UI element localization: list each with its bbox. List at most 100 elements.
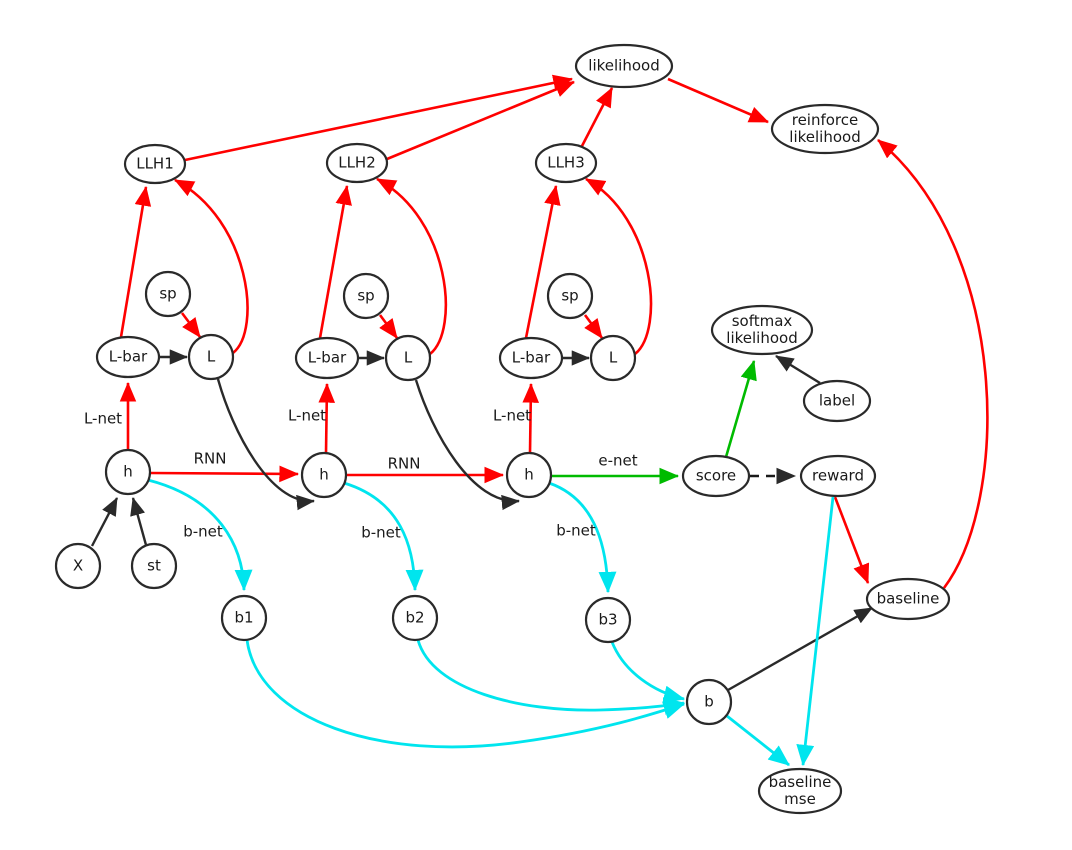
node-sp3[interactable]: sp	[546, 272, 594, 320]
node-label-sp1: sp	[159, 285, 176, 303]
node-label-softmax: softmax	[732, 312, 793, 330]
edge-b2-b	[416, 639, 686, 715]
node-b[interactable]: b	[685, 678, 733, 726]
node-score[interactable]: score	[681, 454, 751, 498]
edge-label-bnet1: b-net	[183, 523, 223, 541]
edge-l1-llh1	[174, 178, 249, 355]
node-b1[interactable]: b1	[220, 594, 268, 642]
edge-x-h1	[90, 497, 119, 547]
node-h1[interactable]: h	[104, 448, 152, 496]
node-llh3[interactable]: LLH3	[534, 142, 598, 184]
graph-svg: L-net L-net L-net RNN RNN e-net b-net b-…	[54, 43, 989, 815]
edge-h1-h2	[149, 465, 300, 483]
node-llh2[interactable]: LLH2	[325, 142, 389, 184]
edge-l2-llh2	[376, 177, 448, 356]
edge-sp1-l1	[180, 312, 202, 338]
edge-baseline-reinforce	[877, 139, 989, 589]
node-l1[interactable]: L	[187, 333, 235, 381]
node-label-b2: b2	[405, 609, 424, 627]
node-st[interactable]: st	[130, 542, 178, 590]
node-label-l1: L	[207, 348, 216, 366]
node-label-b3: b3	[598, 611, 617, 629]
edge-llh2-likelihood	[386, 80, 575, 161]
edge-label-bnet2: b-net	[361, 524, 401, 542]
node-label-llh2: LLH2	[338, 154, 376, 172]
edge-label-rnn1: RNN	[194, 450, 227, 468]
node-baselinemse[interactable]: baselinemse	[757, 767, 843, 815]
node-label-h2: h	[319, 466, 329, 484]
edge-likelihood-reinforce	[667, 77, 769, 124]
node-label-llh3: LLH3	[547, 154, 585, 172]
node-label-b: b	[704, 693, 714, 711]
node-lbar3[interactable]: L-bar	[498, 336, 564, 380]
edge-b3-b	[610, 641, 686, 704]
node-label-reinforce: likelihood	[789, 128, 860, 146]
edge-score-softmax	[724, 360, 757, 458]
node-label-llh1: LLH1	[136, 155, 174, 173]
edge-sp2-l2	[378, 314, 399, 339]
edge-llh1-likelihood	[184, 74, 574, 162]
node-llh1[interactable]: LLH1	[123, 143, 187, 185]
edge-reward-baselinemse	[796, 496, 835, 767]
node-label-b1: b1	[234, 609, 253, 627]
node-label-baselinemse: baseline	[769, 773, 832, 791]
node-reward[interactable]: reward	[799, 454, 877, 498]
diagram-canvas: L-net L-net L-net RNN RNN e-net b-net b-…	[0, 0, 1072, 850]
node-lbar1[interactable]: L-bar	[95, 335, 161, 379]
node-label-lbar1: L-bar	[109, 348, 148, 366]
node-h3[interactable]: h	[505, 451, 553, 499]
edge-label-lnet1: L-net	[84, 410, 122, 428]
node-label-st: st	[147, 557, 161, 575]
node-label-sp3: sp	[561, 287, 578, 305]
node-likelihood[interactable]: likelihood	[574, 43, 674, 89]
node-sp1[interactable]: sp	[144, 270, 192, 318]
edge-b-baseline	[727, 606, 873, 692]
node-label-l3: L	[609, 349, 618, 367]
node-lbar2[interactable]: L-bar	[294, 336, 360, 380]
edge-label-enet: e-net	[598, 452, 637, 470]
node-label-baseline: baseline	[877, 590, 940, 608]
node-label[interactable]: label	[802, 379, 872, 423]
node-label-label: label	[819, 392, 855, 410]
node-label-x: X	[73, 557, 83, 575]
edge-lbar3-llh3	[524, 184, 561, 339]
node-label-lbar2: L-bar	[308, 349, 347, 367]
node-label-h1: h	[123, 463, 133, 481]
node-b2[interactable]: b2	[391, 594, 439, 642]
edge-llh3-likelihood	[580, 87, 614, 147]
node-l3[interactable]: L	[589, 334, 637, 382]
node-label-reinforce: reinforce	[792, 111, 859, 129]
edge-l2-h3	[414, 379, 520, 511]
node-label-likelihood: likelihood	[588, 57, 659, 75]
edge-lbar1-llh1	[119, 185, 152, 338]
edge-label-rnn2: RNN	[388, 455, 421, 473]
node-x[interactable]: X	[54, 542, 102, 590]
edge-label-lnet2: L-net	[288, 407, 326, 425]
node-reinforce[interactable]: reinforcelikelihood	[770, 103, 880, 155]
node-sp2[interactable]: sp	[342, 272, 390, 320]
edge-sp3-l3	[583, 314, 604, 339]
node-label-softmax: likelihood	[726, 329, 797, 347]
node-l2[interactable]: L	[384, 334, 432, 382]
edge-lbar2-llh2	[318, 184, 352, 339]
node-b3[interactable]: b3	[584, 596, 632, 644]
edge-label-softmax	[775, 354, 821, 385]
edge-l1-h2	[216, 378, 315, 511]
node-label-reward: reward	[812, 467, 864, 485]
node-softmax[interactable]: softmaxlikelihood	[710, 304, 814, 356]
node-label-lbar3: L-bar	[512, 349, 551, 367]
node-label-l2: L	[404, 349, 413, 367]
edge-h2-lbar2	[318, 382, 336, 454]
node-h2[interactable]: h	[300, 451, 348, 499]
edge-reward-baseline	[833, 496, 870, 584]
edge-label-bnet3: b-net	[556, 522, 596, 540]
node-label-sp2: sp	[357, 287, 374, 305]
node-baseline[interactable]: baseline	[865, 577, 951, 621]
node-label-h3: h	[524, 466, 534, 484]
node-label-score: score	[696, 467, 736, 485]
edge-b-baselinemse	[726, 714, 790, 767]
edges-layer	[90, 74, 989, 767]
edge-label-lnet3: L-net	[493, 407, 531, 425]
edge-st-h1	[130, 497, 148, 546]
node-label-baselinemse: mse	[784, 790, 816, 808]
